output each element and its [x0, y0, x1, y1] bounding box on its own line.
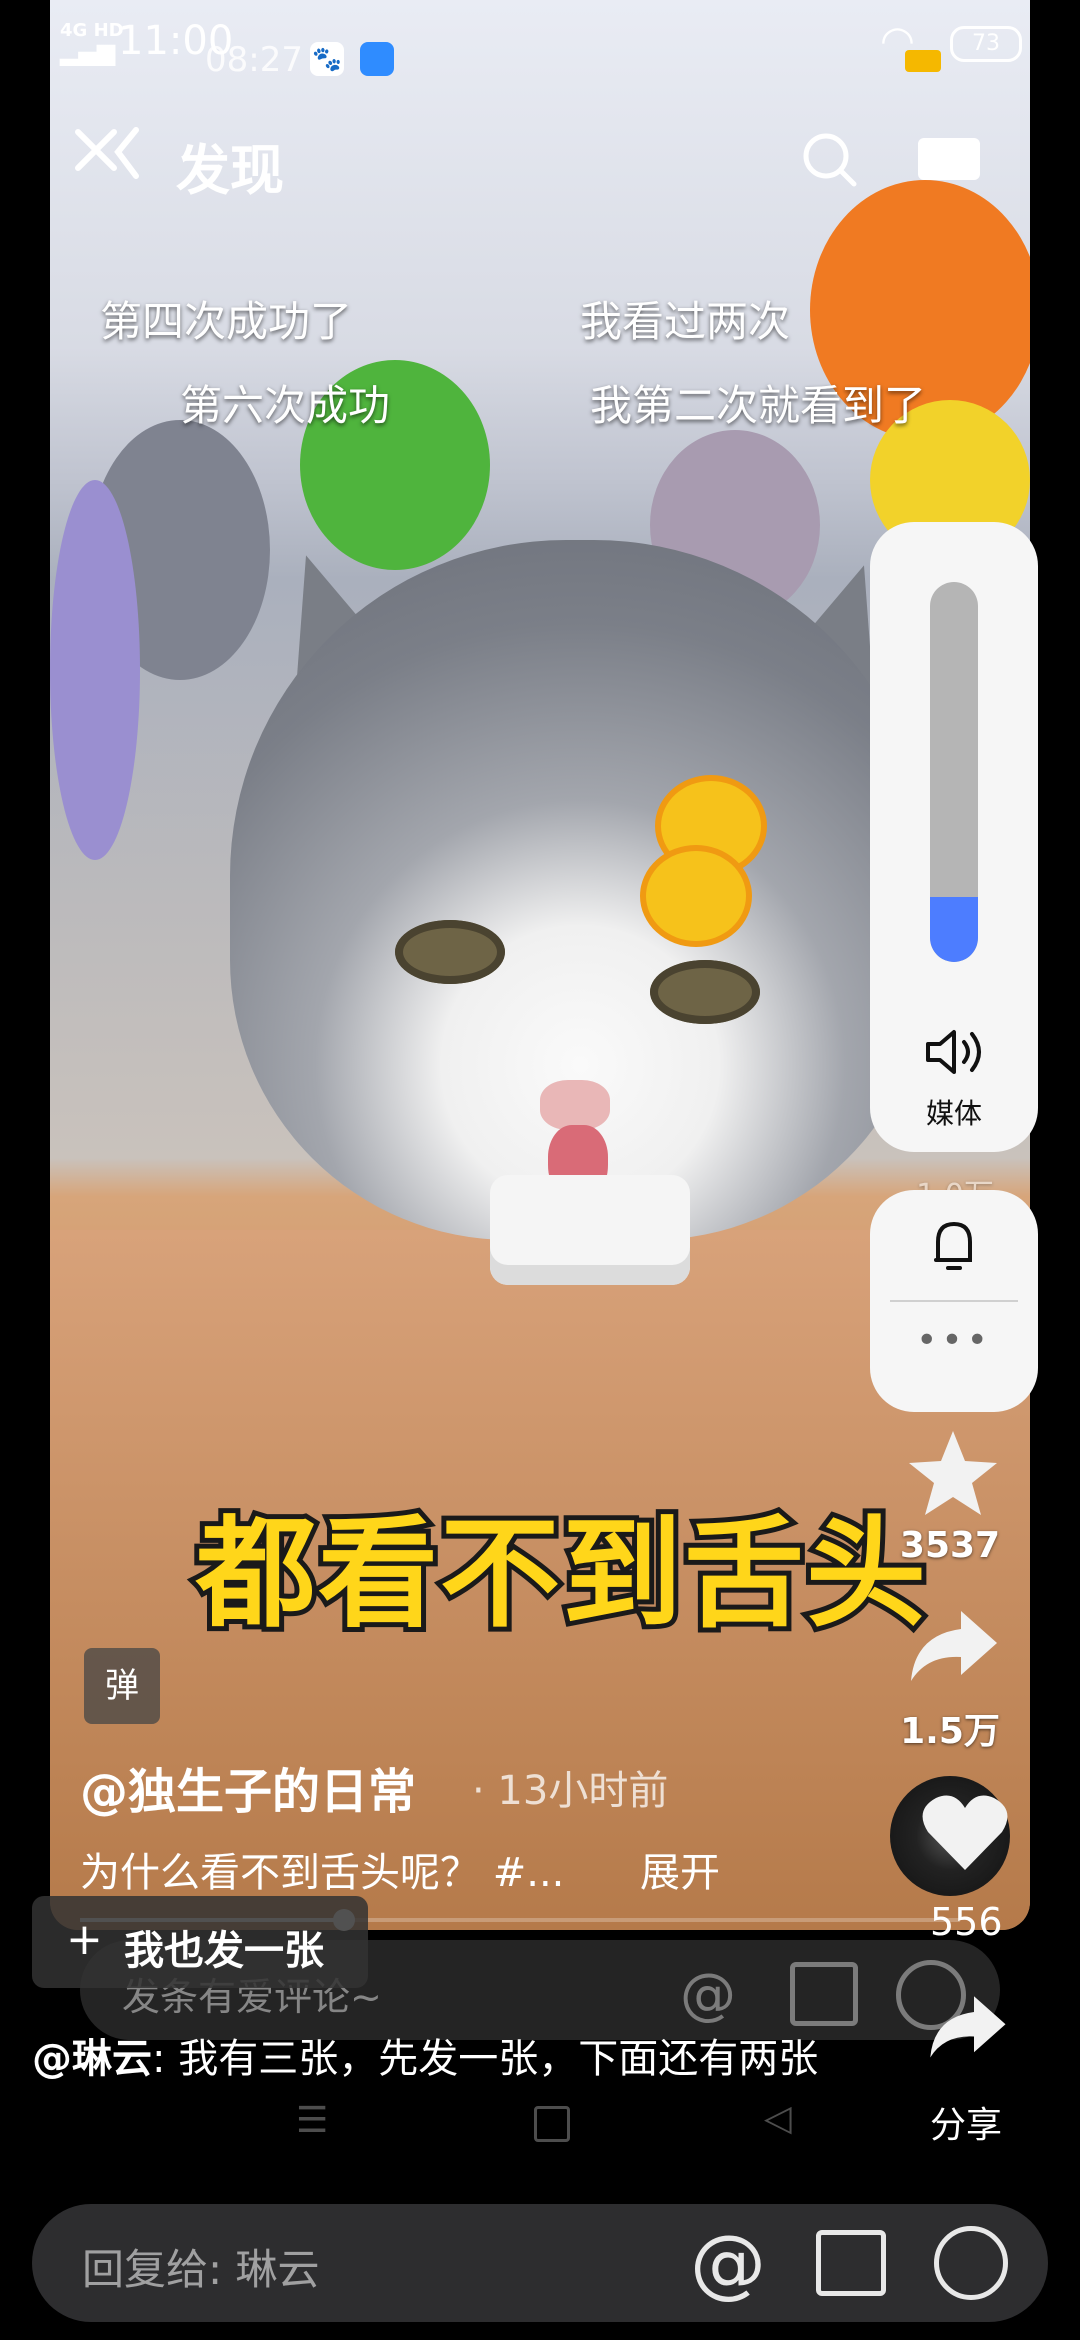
effect-badge[interactable]: 弹	[84, 1648, 160, 1724]
share-label: 分享	[930, 2105, 1003, 2146]
nav-menu-icon: ☰	[296, 2100, 329, 2141]
favorite-count: 3537	[899, 1525, 1001, 1566]
battery-icon: 73	[950, 26, 1022, 62]
comment-user[interactable]: @琳云	[32, 2036, 152, 2082]
chip-label: 我也发一张	[124, 1928, 324, 1974]
overlay-time: 08:27	[205, 40, 303, 80]
post-image-chip[interactable]: + 我也发一张	[32, 1896, 368, 1988]
plus-icon: +	[66, 1914, 103, 1965]
mention-icon[interactable]: @	[690, 2218, 766, 2307]
volume-panel[interactable]: 媒体	[870, 522, 1038, 1152]
volume-level	[930, 897, 978, 962]
divider	[890, 1300, 1018, 1302]
image-icon[interactable]	[816, 2230, 886, 2296]
cat-eye	[395, 920, 505, 984]
ring-mode-panel[interactable]: •••	[870, 1190, 1038, 1412]
comment-item[interactable]: @琳云: 我有三张，先发一张，下面还有两张	[32, 2026, 832, 2092]
battery-saver-icon	[905, 50, 941, 72]
author-name[interactable]: @独生子的日常	[80, 1752, 416, 1822]
signal-icon: ▂▄▆	[60, 38, 116, 66]
post-description: 为什么看不到舌头呢？ #...	[80, 1850, 565, 1896]
more-icon[interactable]: •••	[870, 1320, 1038, 1361]
status-bar: 4G HD ▂▄▆ 11:00 08:27 🐾 ◠ 73	[0, 0, 1080, 90]
video-caption: 都看不到舌头	[191, 1500, 931, 1649]
star-icon[interactable]	[905, 1425, 1001, 1521]
speaker-icon[interactable]	[922, 1022, 986, 1082]
reply-placeholder: 回复给: 琳云	[82, 2245, 320, 2294]
danmaku-item: 我看过两次	[580, 297, 791, 346]
cloud-app-icon	[360, 42, 394, 76]
nav-back-icon: ◁	[764, 2098, 792, 2139]
expand-link[interactable]: 展开	[640, 1840, 720, 1898]
volume-slider[interactable]	[930, 582, 978, 962]
nav-home-icon	[534, 2106, 570, 2142]
background-toy	[50, 480, 140, 860]
emoji-icon[interactable]	[934, 2226, 1008, 2300]
danmaku-item: 第六次成功	[180, 381, 391, 430]
mention-icon[interactable]: @	[680, 1962, 736, 2027]
share-count: 1.5万	[900, 1711, 1000, 1752]
like-count: 556	[930, 1900, 1003, 1944]
bell-icon[interactable]	[928, 1216, 980, 1276]
cat-eye	[650, 960, 760, 1024]
share-icon[interactable]	[905, 1605, 1001, 1685]
share-icon[interactable]	[925, 1990, 1009, 2062]
cat-nose	[540, 1080, 610, 1130]
post-time: · 13小时前	[472, 1768, 669, 1814]
screen-cast-icon[interactable]	[918, 138, 980, 180]
bottle-cap	[490, 1175, 690, 1285]
comment-text: : 我有三张，先发一张，下面还有两张	[152, 2036, 819, 2082]
hair-clip	[640, 845, 752, 947]
close-icon[interactable]	[70, 120, 150, 200]
page-title: 发现	[176, 139, 284, 202]
danmaku-item: 第四次成功了	[100, 297, 353, 346]
search-icon[interactable]	[800, 130, 860, 190]
heart-icon[interactable]	[920, 1790, 1010, 1874]
image-icon[interactable]	[790, 1962, 858, 2026]
volume-label: 媒体	[925, 1097, 982, 1130]
paw-app-icon: 🐾	[310, 42, 344, 76]
danmaku-item: 我第二次就看到了	[590, 381, 927, 430]
